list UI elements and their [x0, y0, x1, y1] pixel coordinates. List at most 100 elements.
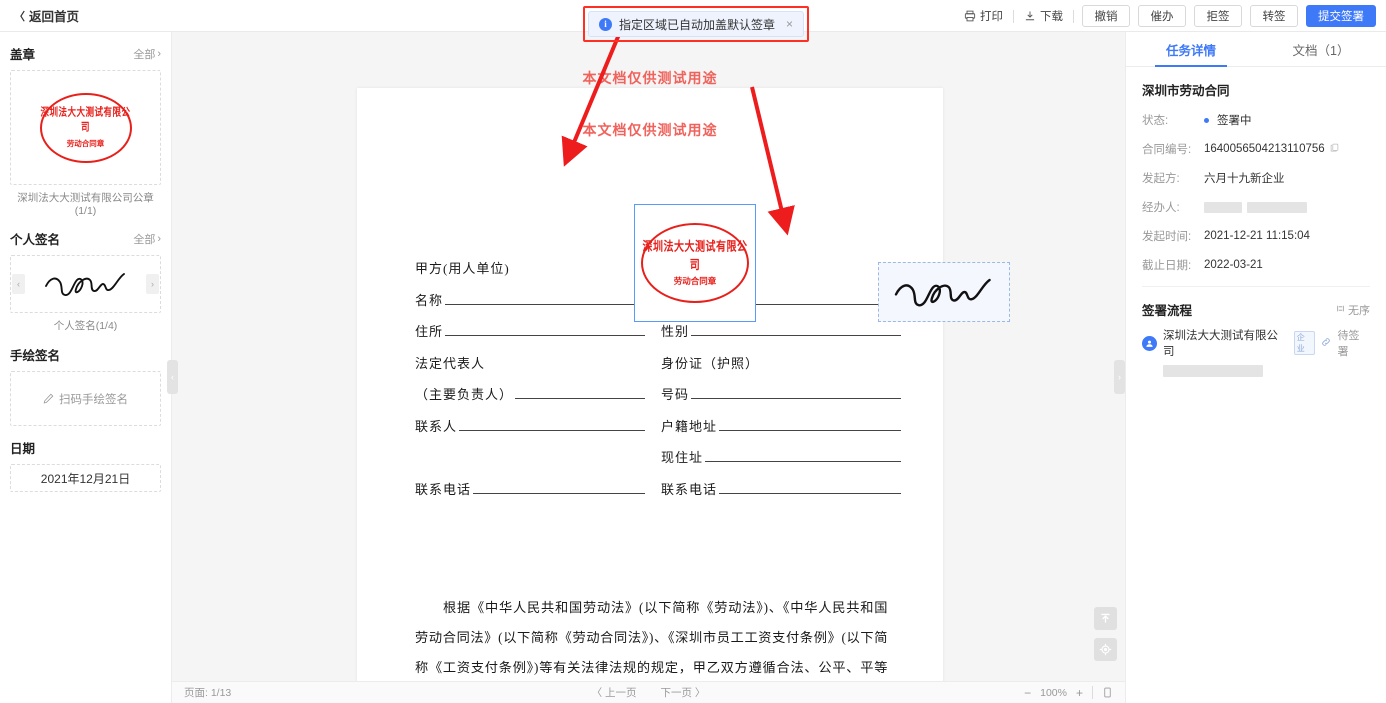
back-home-button[interactable]: 〈 返回首页 — [14, 6, 79, 25]
date-value: 2021年12月21日 — [40, 471, 131, 486]
handdraw-section-title: 手绘签名 — [10, 349, 61, 363]
top-bar-actions: 打印 下载 撤销 催办 拒签 转签 提交签署 — [954, 0, 1376, 32]
stamp-bottom-text: 劳动合同章 — [66, 138, 105, 148]
signature-prev-button[interactable]: ‹ — [12, 274, 25, 294]
field-line — [691, 387, 901, 399]
stamp-section-header: 盖章 全部 › — [10, 44, 161, 63]
sidebar-collapse-handle[interactable]: ‹ — [167, 360, 178, 394]
contract-paragraph: 根据《中华人民共和国劳动法》(以下简称《劳动法》)、《中华人民共和国劳动合同法》… — [415, 600, 888, 675]
form-row: 现住址 — [661, 447, 901, 465]
zoom-out-button[interactable]: − — [1024, 686, 1031, 700]
field-line — [445, 324, 645, 336]
revoke-button[interactable]: 撤销 — [1082, 5, 1130, 27]
zoom-in-button[interactable]: + — [1076, 686, 1083, 700]
contract-title: 深圳市劳动合同 — [1142, 84, 1230, 98]
info-icon: i — [599, 17, 612, 31]
scan-handdraw-button[interactable]: 扫码手绘签名 — [10, 371, 161, 426]
field-line — [719, 419, 901, 431]
personal-signature-caption: 个人签名(1/4) — [53, 320, 118, 332]
scan-handdraw-label: 扫码手绘签名 — [59, 393, 128, 406]
field-label: 联系电话 — [661, 481, 718, 497]
panel-tabs: 任务详情 文档（1） — [1126, 32, 1386, 67]
stamp-section-title: 盖章 — [10, 48, 36, 62]
field-value: 六月十九新企业 — [1204, 173, 1285, 185]
placed-personal-signature[interactable] — [878, 262, 1010, 322]
sign-flow-participant[interactable]: 深圳法大大测试有限公司 企业 待签署 — [1126, 327, 1386, 359]
form-row: （主要负责人） — [415, 384, 645, 402]
right-panel-collapse-handle[interactable]: › — [1114, 360, 1125, 394]
printer-icon — [964, 10, 976, 22]
prev-page-button[interactable]: 〈 上一页 — [592, 685, 637, 700]
form-row: 身份证（护照） — [661, 353, 901, 371]
print-button[interactable]: 打印 — [954, 8, 1013, 24]
field-contract-no: 合同编号: 1640056504213110756 — [1142, 141, 1370, 157]
status-dot-icon — [1204, 117, 1209, 123]
field-line — [691, 324, 901, 336]
field-key: 发起方: — [1142, 173, 1180, 185]
field-label: （主要负责人） — [415, 387, 514, 402]
notification-highlight: i 指定区域已自动加盖默认签章 × — [583, 6, 810, 42]
signature-next-button[interactable]: › — [146, 274, 159, 294]
copy-icon[interactable] — [1330, 143, 1339, 155]
page-indicator: 页面: 1/13 — [184, 687, 232, 699]
field-label: 身份证（护照） — [661, 355, 760, 371]
field-line — [445, 293, 645, 305]
transfer-sign-button[interactable]: 转签 — [1250, 5, 1298, 27]
personal-signature-view-all[interactable]: 全部 › — [133, 231, 161, 247]
field-line — [473, 482, 645, 494]
stamp-view-all[interactable]: 全部 › — [133, 46, 161, 62]
personal-signature-title: 个人签名 — [10, 233, 61, 247]
placed-company-stamp[interactable]: 深圳法大大测试有限公司 劳动合同章 — [634, 204, 756, 322]
reject-sign-button[interactable]: 拒签 — [1194, 5, 1242, 27]
field-label: 号码 — [661, 387, 690, 402]
participant-badge: 企业 — [1293, 331, 1316, 355]
download-button[interactable]: 下载 — [1014, 8, 1073, 24]
chevron-right-icon: › — [157, 47, 161, 60]
download-icon — [1024, 10, 1036, 22]
field-line — [705, 450, 901, 462]
field-label: 法定代表人 — [415, 355, 486, 371]
viewer-bottom-bar: 页面: 1/13 〈 上一页 下一页 〉 − 100% + — [172, 681, 1125, 703]
field-label: 性别 — [661, 324, 690, 339]
field-key: 截止日期: — [1142, 260, 1192, 272]
urge-button[interactable]: 催办 — [1138, 5, 1186, 27]
document-viewer[interactable]: 本文档仅供测试用途 本文档仅供测试用途 甲方(用人单位) 名称 住所 法定代表人… — [172, 32, 1125, 681]
sign-flow-order-label: 无序 — [1348, 304, 1370, 317]
submit-sign-button[interactable]: 提交签署 — [1306, 5, 1376, 27]
field-label: 名称 — [415, 292, 444, 308]
next-page-button[interactable]: 下一页 〉 — [661, 685, 706, 700]
form-row: 甲方(用人单位) — [415, 258, 645, 276]
contract-number: 1640056504213110756 — [1204, 143, 1325, 155]
left-sidebar: 盖章 全部 › 深圳法大大测试有限公司 劳动合同章 深圳法大大测试有限公司公章(… — [0, 32, 172, 703]
field-line — [459, 419, 645, 431]
zoom-level-label: 100% — [1040, 686, 1067, 699]
form-row: 联系电话 — [415, 479, 645, 497]
form-row — [415, 447, 645, 463]
field-label: 联系人 — [415, 418, 458, 434]
download-label: 下载 — [1040, 11, 1063, 23]
stamp-view-all-label: 全部 — [133, 48, 156, 61]
status-text: 签署中 — [1217, 115, 1252, 127]
placed-signature-graphic — [894, 278, 991, 307]
date-card[interactable]: 2021年12月21日 — [10, 464, 161, 492]
link-icon[interactable] — [1321, 334, 1331, 352]
close-icon[interactable]: × — [786, 17, 793, 31]
locate-icon[interactable] — [1094, 638, 1117, 661]
watermark-top: 本文档仅供测试用途 — [582, 72, 718, 87]
field-value: 签署中 — [1204, 112, 1252, 128]
participant-name: 深圳法大大测试有限公司 — [1163, 330, 1278, 358]
field-key: 经办人: — [1142, 202, 1180, 214]
divider — [1073, 9, 1074, 23]
tab-task-detail[interactable]: 任务详情 — [1126, 32, 1256, 67]
date-section-header: 日期 — [10, 438, 161, 457]
personal-signature-section-header: 个人签名 全部 › — [10, 229, 161, 248]
field-label: 联系电话 — [415, 481, 472, 497]
scroll-top-icon[interactable] — [1094, 607, 1117, 630]
stamp-top-text: 深圳法大大测试有限公司 — [40, 104, 131, 133]
personal-signature-card[interactable]: ‹ › — [10, 255, 161, 313]
fit-page-icon[interactable] — [1102, 687, 1113, 698]
tab-documents[interactable]: 文档（1） — [1256, 32, 1386, 66]
date-section-title: 日期 — [10, 442, 36, 456]
stamp-card[interactable]: 深圳法大大测试有限公司 劳动合同章 — [10, 70, 161, 185]
avatar — [1142, 335, 1157, 351]
